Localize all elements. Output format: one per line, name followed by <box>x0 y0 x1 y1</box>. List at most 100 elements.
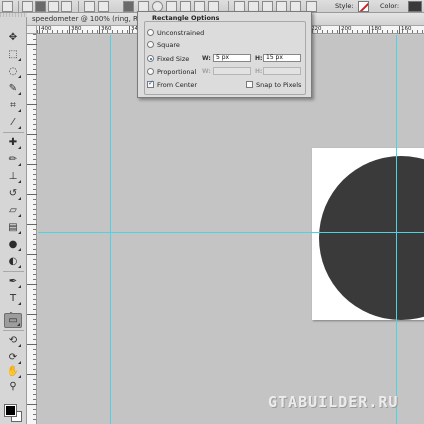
fixed-size-option[interactable]: Fixed Size <box>147 54 189 63</box>
tool-preset-picker[interactable] <box>2 1 13 12</box>
proportional-height-field <box>263 67 301 75</box>
ruler-tick-label: 380 <box>71 26 82 32</box>
height-field[interactable]: 15 px <box>263 54 301 62</box>
fixed-size-label: Fixed Size <box>157 54 190 63</box>
document-title: speedometer @ 100% (ring, R <box>32 15 138 23</box>
rectangle-icon[interactable]: ▭ <box>4 313 22 328</box>
paths-button[interactable] <box>35 1 46 12</box>
proportional-label: Proportional <box>157 67 197 76</box>
ruler-major-tick <box>69 26 70 34</box>
radio-unconstrained[interactable] <box>147 29 154 36</box>
ruler-major-tick <box>27 254 37 255</box>
ruler-major-tick <box>27 374 37 375</box>
watermark: GTABUILDER.RU <box>268 393 399 411</box>
ruler-origin[interactable] <box>27 26 37 34</box>
divider <box>3 330 24 331</box>
height-label: H: <box>255 55 263 62</box>
unconstrained-option[interactable]: Unconstrained <box>147 28 204 37</box>
vertical-ruler[interactable] <box>27 34 37 424</box>
marquee-icon[interactable]: ⬚ <box>4 47 22 62</box>
ruler-major-tick <box>27 224 37 225</box>
gradient-icon[interactable]: ▤ <box>4 220 22 235</box>
ruler-major-tick <box>27 164 37 165</box>
ruler-tick-label: 400 <box>41 26 52 32</box>
shape-layers-button[interactable] <box>22 1 33 12</box>
brush-icon[interactable]: ✏ <box>4 152 22 167</box>
ruler-major-tick <box>129 26 130 34</box>
color-label: Color: <box>380 2 400 10</box>
foreground-color-swatch[interactable] <box>4 404 17 417</box>
lasso-icon[interactable]: ◌ <box>4 64 22 79</box>
ruler-tick-label: 360 <box>101 26 112 32</box>
eyedropper-icon[interactable]: ⁄ <box>4 115 22 130</box>
proportional-width-field <box>213 67 251 75</box>
ruler-major-tick <box>27 284 37 285</box>
history-brush-icon[interactable]: ↺ <box>4 186 22 201</box>
guide-vertical[interactable] <box>110 35 111 424</box>
ruler-major-tick <box>27 194 37 195</box>
snap-to-pixels-label: Snap to Pixels <box>256 80 302 89</box>
ruler-tick-label: 180 <box>371 26 382 32</box>
rectangle-options-panel: Rectangle Options Unconstrained Square F… <box>137 11 312 98</box>
checkbox-from-center[interactable] <box>147 79 154 88</box>
separator <box>18 1 19 12</box>
checkbox-snap-to-pixels[interactable] <box>246 81 253 88</box>
unconstrained-label: Unconstrained <box>157 28 205 37</box>
width-field[interactable]: 5 px <box>213 54 251 62</box>
snap-to-pixels-option[interactable]: Snap to Pixels <box>246 80 301 89</box>
ruler-major-tick <box>27 104 37 105</box>
fill-pixels-button[interactable] <box>48 1 59 12</box>
ruler-major-tick <box>369 26 370 34</box>
proportional-height-label: H: <box>255 68 263 75</box>
from-center-label: From Center <box>157 80 198 89</box>
toolbox: ✥ ⬚ ◌ ✎ ⌗ ⁄ ✚ ✏ ⊥ ↺ ▱ ▤ ● ◐ ✒ T ➤ ▭ ⟲ ⟳ … <box>0 13 27 424</box>
guide-vertical[interactable] <box>396 35 397 424</box>
3d-rotate-icon[interactable]: ⟲ <box>4 333 22 348</box>
pen-tool-button[interactable] <box>84 1 95 12</box>
ruler-major-tick <box>27 134 37 135</box>
ruler-major-tick <box>27 74 37 75</box>
blur-icon[interactable]: ● <box>4 237 22 252</box>
divider <box>3 132 24 133</box>
width-label: W: <box>202 55 211 62</box>
ruler-major-tick <box>99 26 100 34</box>
crop-icon[interactable]: ⌗ <box>4 98 22 113</box>
guide-horizontal[interactable] <box>38 232 424 233</box>
ruler-major-tick <box>27 344 37 345</box>
separator <box>78 1 79 12</box>
dodge-icon[interactable]: ◐ <box>4 254 22 269</box>
freeform-pen-button[interactable] <box>98 1 109 12</box>
color-swatch[interactable] <box>408 1 422 12</box>
pen-icon[interactable]: ✒ <box>4 274 22 289</box>
from-center-option[interactable]: From Center <box>147 79 198 89</box>
pen-option-button[interactable] <box>61 1 72 12</box>
ruler-major-tick <box>399 26 400 34</box>
zoom-icon[interactable]: ⚲ <box>4 379 22 394</box>
toolbox-grip[interactable] <box>0 13 27 17</box>
radio-fixed-size[interactable] <box>147 55 154 62</box>
3d-orbit-icon[interactable]: ⟳ <box>4 350 22 365</box>
rectangle-shape-button[interactable] <box>123 1 134 12</box>
stamp-icon[interactable]: ⊥ <box>4 169 22 184</box>
ruler-major-tick <box>27 404 37 405</box>
style-picker[interactable] <box>358 1 369 12</box>
move-icon[interactable]: ✥ <box>4 30 22 45</box>
divider <box>3 271 24 272</box>
radio-square[interactable] <box>147 41 154 48</box>
proportional-width-label: W: <box>202 68 211 75</box>
eraser-icon[interactable]: ▱ <box>4 203 22 218</box>
healing-icon[interactable]: ✚ <box>4 135 22 150</box>
square-option[interactable]: Square <box>147 40 180 49</box>
ruler-major-tick <box>339 26 340 34</box>
proportional-option[interactable]: Proportional <box>147 67 196 76</box>
ruler-major-tick <box>27 314 37 315</box>
ruler-tick-label: 220 <box>311 26 322 32</box>
hand-icon[interactable]: ✋ <box>4 364 22 379</box>
square-label: Square <box>157 40 180 49</box>
style-label: Style: <box>335 2 354 10</box>
quick-select-icon[interactable]: ✎ <box>4 81 22 96</box>
radio-proportional[interactable] <box>147 68 154 75</box>
type-icon[interactable]: T <box>4 291 22 306</box>
ruler-tick-label: 200 <box>341 26 352 32</box>
ruler-tick-label: 160 <box>401 26 412 32</box>
